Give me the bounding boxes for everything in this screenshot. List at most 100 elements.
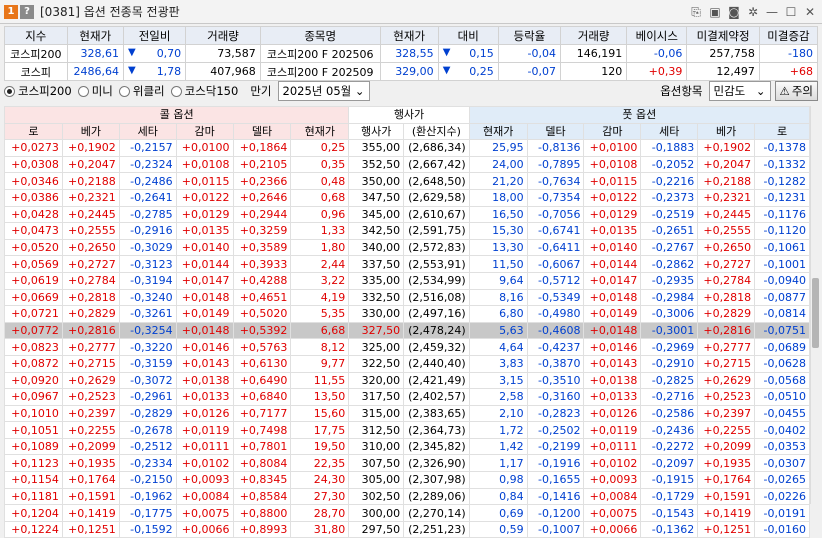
option-cell: +0,0093 xyxy=(175,471,234,489)
option-cell: +0,1419 xyxy=(697,504,756,522)
grid-col-header[interactable]: 세타 xyxy=(118,122,177,141)
option-cell: -0,1378 xyxy=(754,139,810,157)
option-cell: (2,440,40) xyxy=(403,354,470,373)
option-row[interactable]: +0,1123 +0,1935 -0,2334 +0,0102 +0,8084 22,35… xyxy=(4,454,810,473)
radio-kospi200[interactable]: 코스피200 xyxy=(4,83,72,99)
option-cell: (2,497,16) xyxy=(403,305,470,323)
option-cell: +0,1224 xyxy=(4,520,63,538)
grid-col-header[interactable]: 세타 xyxy=(640,122,699,141)
option-row[interactable]: +0,0473 +0,2555 -0,2916 +0,0135 +0,3259 1,33 3… xyxy=(4,222,810,240)
maximize-icon[interactable]: ☐ xyxy=(783,4,799,20)
grid-col-header[interactable]: (환산지수) xyxy=(403,122,470,141)
grid-col-header[interactable]: 행사가 xyxy=(348,122,405,141)
option-row[interactable]: +0,0273 +0,1902 -0,2157 +0,0100 +0,1864 0,25 3… xyxy=(4,139,810,157)
index-cell-price: 328,61 xyxy=(66,44,125,63)
option-cell: -0,0877 xyxy=(754,288,810,307)
option-row[interactable]: +0,0872 +0,2715 -0,3159 +0,0143 +0,6130 9,77 3… xyxy=(4,354,810,373)
option-cell: -0,1061 xyxy=(754,238,810,257)
option-cell: +0,2397 xyxy=(697,404,756,423)
camera-icon[interactable]: ◙ xyxy=(726,4,742,20)
index-row[interactable]: 코스피 2486,64 ▼ 1,78 407,968 코스피200 F 202509 329… xyxy=(4,62,819,81)
option-cell: -0,2961 xyxy=(118,388,177,406)
option-cell: 302,50 xyxy=(348,487,405,506)
option-cell: +0,6490 xyxy=(232,371,292,390)
grid-col-header[interactable]: 베가 xyxy=(61,122,120,141)
index-cell-name: 코스피200 xyxy=(4,44,68,63)
grid-col-header[interactable]: 베가 xyxy=(697,122,756,141)
index-row[interactable]: 코스피200 328,61 ▼ 0,70 73,587 코스피200 F 202506 32… xyxy=(4,44,819,63)
option-cell: -0,2512 xyxy=(118,437,177,456)
option-row[interactable]: +0,0669 +0,2818 -0,3240 +0,0148 +0,4651 4,19 3… xyxy=(4,288,810,307)
vertical-scrollbar[interactable] xyxy=(810,106,820,504)
option-cell: +0,0129 xyxy=(175,205,234,224)
option-row[interactable]: +0,1204 +0,1419 -0,1775 +0,0075 +0,8800 28,70… xyxy=(4,504,810,522)
option-cell: +0,5020 xyxy=(232,305,292,323)
option-cell: +0,2445 xyxy=(697,205,756,224)
option-cell: (2,270,14) xyxy=(403,504,470,522)
index-cell-rate: -0,04 xyxy=(497,44,561,63)
option-cell: (2,648,50) xyxy=(403,172,470,190)
option-cell: (2,572,83) xyxy=(403,238,470,257)
option-row[interactable]: +0,0619 +0,2784 -0,3194 +0,0147 +0,4288 3,22 3… xyxy=(4,271,810,290)
option-cell: +0,2650 xyxy=(697,238,756,257)
option-row[interactable]: +0,0569 +0,2727 -0,3123 +0,0144 +0,3933 2,44 3… xyxy=(4,255,810,273)
option-row[interactable]: +0,0967 +0,2523 -0,2961 +0,0133 +0,6840 13,50… xyxy=(4,388,810,406)
grid-col-header[interactable]: 감마 xyxy=(175,122,234,141)
pin-icon[interactable]: ⎘ xyxy=(688,4,704,20)
strike-header: 행사가 xyxy=(348,106,470,124)
option-row[interactable]: +0,0386 +0,2321 -0,2641 +0,0122 +0,2646 0,68 3… xyxy=(4,188,810,207)
option-row[interactable]: +0,0308 +0,2047 -0,2324 +0,0108 +0,2105 0,35 3… xyxy=(4,155,810,174)
grid-col-header[interactable]: 델타 xyxy=(232,122,292,141)
option-cell: +0,0111 xyxy=(583,437,642,456)
option-row[interactable]: +0,1010 +0,2397 -0,2829 +0,0126 +0,7177 15,60… xyxy=(4,404,810,423)
option-cell: +0,2650 xyxy=(61,238,120,257)
option-row[interactable]: +0,0920 +0,2629 -0,3072 +0,0138 +0,6490 11,55… xyxy=(4,371,810,390)
settings-icon[interactable]: ✲ xyxy=(745,4,761,20)
option-row[interactable]: +0,1181 +0,1591 -0,1962 +0,0084 +0,8584 27,30… xyxy=(4,487,810,506)
grid-col-header[interactable]: 로 xyxy=(4,122,63,141)
scrollbar-thumb[interactable] xyxy=(812,278,819,348)
option-row[interactable]: +0,0721 +0,2829 -0,3261 +0,0149 +0,5020 5,35 3… xyxy=(4,305,810,323)
option-row[interactable]: +0,1224 +0,1251 -0,1592 +0,0066 +0,8993 31,80… xyxy=(4,520,810,538)
notice-button[interactable]: ⚠ 주의 xyxy=(774,81,818,101)
option-item-select[interactable]: 민감도 ⌄ xyxy=(708,81,771,101)
option-cell: +0,0346 xyxy=(4,172,63,190)
radio-kosdaq150[interactable]: 코스닥150 xyxy=(170,83,238,99)
expiry-select[interactable]: 2025년 05월 ⌄ xyxy=(277,81,370,101)
save-icon[interactable]: ▣ xyxy=(707,4,723,20)
option-row[interactable]: +0,1154 +0,1764 -0,2150 +0,0093 +0,8345 24,30… xyxy=(4,471,810,489)
option-row[interactable]: +0,0772 +0,2816 -0,3254 +0,0148 +0,5392 6,68 3… xyxy=(4,321,810,340)
option-cell: -0,3220 xyxy=(118,338,177,356)
option-cell: -0,1362 xyxy=(640,520,699,538)
grid-col-header[interactable]: 현재가 xyxy=(468,122,528,141)
close-icon[interactable]: ✕ xyxy=(802,4,818,20)
option-row[interactable]: +0,0520 +0,2650 -0,3029 +0,0140 +0,3589 1,80 3… xyxy=(4,238,810,257)
option-cell: +0,0126 xyxy=(583,404,642,423)
grid-col-header[interactable]: 현재가 xyxy=(290,122,350,141)
option-cell: 0,84 xyxy=(468,487,528,506)
option-row[interactable]: +0,1051 +0,2255 -0,2678 +0,0119 +0,7498 17,75… xyxy=(4,421,810,439)
radio-mini[interactable]: 미니 xyxy=(77,83,113,99)
option-cell: +0,2944 xyxy=(232,205,292,224)
option-cell: 300,00 xyxy=(348,504,405,522)
grid-col-header[interactable]: 감마 xyxy=(583,122,642,141)
option-row[interactable]: +0,0823 +0,2777 -0,3220 +0,0146 +0,5763 8,12 3… xyxy=(4,338,810,356)
option-cell: 4,64 xyxy=(468,338,528,356)
option-row[interactable]: +0,0346 +0,2188 -0,2486 +0,0115 +0,2366 0,48 3… xyxy=(4,172,810,190)
option-cell: +0,0772 xyxy=(4,321,63,340)
minimize-icon[interactable]: — xyxy=(764,4,780,20)
option-cell: -0,8136 xyxy=(526,139,585,157)
option-cell: +0,1764 xyxy=(61,471,120,489)
radio-weekly[interactable]: 위클리 xyxy=(118,83,165,99)
grid-col-header[interactable]: 로 xyxy=(754,122,810,141)
call-options-header: 콜 옵션 xyxy=(3,106,350,124)
grid-col-header[interactable]: 델타 xyxy=(526,122,585,141)
option-row[interactable]: +0,0428 +0,2445 -0,2785 +0,0129 +0,2944 0,96 3… xyxy=(4,205,810,224)
option-cell: 312,50 xyxy=(348,421,405,439)
index-col-header: 거래량 xyxy=(559,26,628,45)
option-row[interactable]: +0,1089 +0,2099 -0,2512 +0,0111 +0,7801 19,50… xyxy=(4,437,810,456)
help-badge[interactable]: ? xyxy=(20,4,34,19)
option-cell: -0,2825 xyxy=(640,371,699,390)
screen-number-badge[interactable]: 1 xyxy=(4,4,18,19)
option-cell: +0,0308 xyxy=(4,155,63,174)
